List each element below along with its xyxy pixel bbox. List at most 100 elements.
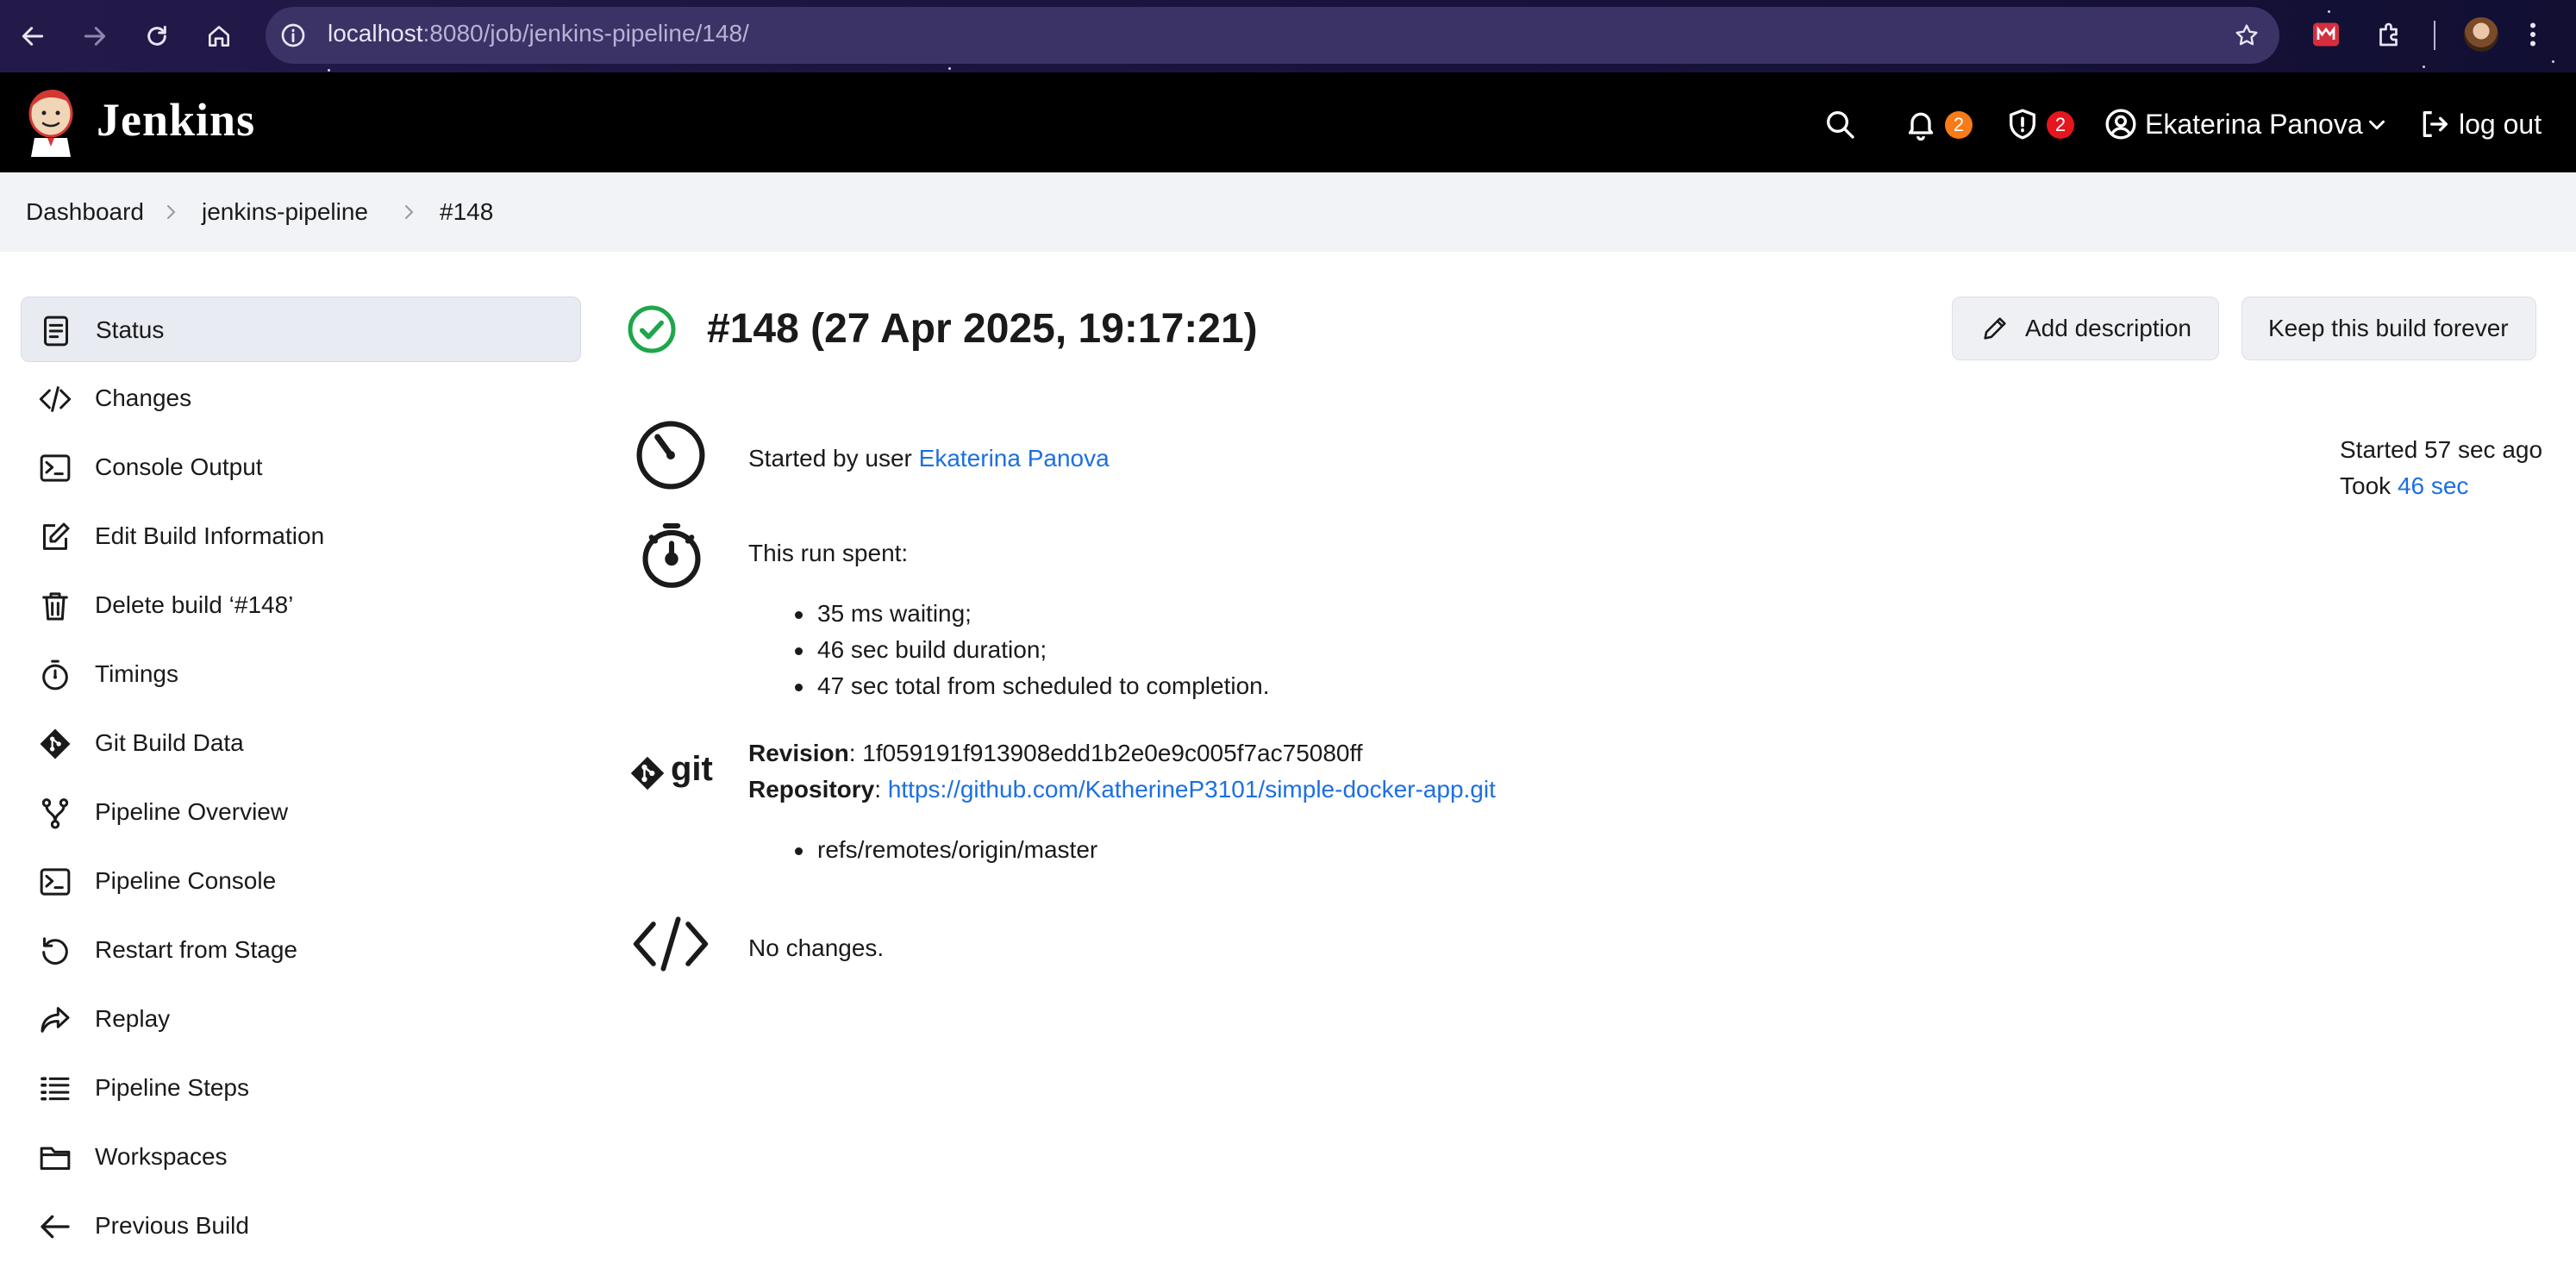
code-icon — [633, 916, 709, 972]
sidebar-item-pipeline-overview[interactable]: Pipeline Overview — [21, 779, 579, 843]
started-by-user-link[interactable]: Ekaterina Panova — [919, 445, 1110, 472]
more-menu-icon[interactable] — [2517, 19, 2548, 50]
sidebar-item-restart-from-stage[interactable]: Restart from Stage — [21, 917, 579, 981]
sidebar-item-label: Status — [96, 316, 165, 343]
breadcrumb-dashboard[interactable]: Dashboard — [26, 198, 144, 226]
logout-icon[interactable] — [2417, 107, 2452, 141]
chevron-right-icon — [405, 205, 414, 219]
site-info-icon[interactable] — [279, 22, 307, 49]
arrow-right-icon — [84, 27, 106, 46]
document-icon — [44, 316, 68, 347]
sidebar-item-pipeline-console[interactable]: Pipeline Console — [21, 848, 579, 912]
success-check-icon — [628, 305, 676, 353]
reload-button[interactable] — [136, 16, 178, 57]
revision-value: : 1f059191f913908edd1b2e0e9c005f7ac75080… — [848, 740, 1363, 766]
edit-icon — [43, 522, 70, 550]
url-text[interactable]: localhost:8080/job/jenkins-pipeline/148/ — [328, 20, 749, 47]
repository-separator: : — [874, 776, 888, 803]
git-icon — [40, 728, 71, 759]
star-icon[interactable] — [2233, 22, 2260, 49]
started-by-text: Started by user Ekaterina Panova — [748, 445, 1110, 472]
timing-total: 47 sec total from scheduled to completio… — [795, 672, 1270, 699]
notifications-badge[interactable]: 2 — [1945, 111, 1973, 139]
add-description-button[interactable]: Add description — [1952, 297, 2219, 360]
started-ago-text: Started 57 sec ago — [2340, 436, 2543, 463]
sidebar-item-label: Edit Build Information — [95, 522, 325, 549]
gauge-icon — [636, 421, 705, 490]
sidebar-item-label: Pipeline Steps — [95, 1074, 250, 1101]
shield-alert-icon[interactable] — [2005, 107, 2040, 141]
home-button[interactable] — [198, 16, 240, 57]
security-badge[interactable]: 2 — [2047, 111, 2074, 139]
forward-button[interactable] — [74, 16, 116, 57]
browser-profile-avatar[interactable] — [2464, 17, 2498, 52]
folder-icon — [40, 1147, 71, 1170]
back-button[interactable] — [12, 16, 53, 57]
keep-build-forever-label: Keep this build forever — [2268, 315, 2509, 341]
sidebar-item-label: Console Output — [95, 453, 263, 480]
git-logo-text: git — [671, 750, 713, 788]
search-icon[interactable] — [1823, 107, 1857, 141]
user-icon[interactable] — [2104, 107, 2138, 141]
sidebar-item-status[interactable]: Status — [21, 297, 581, 362]
sidebar-item-label: Replay — [95, 1005, 171, 1032]
git-ref-item: refs/remotes/origin/master — [794, 836, 1098, 863]
sidebar-item-label: Pipeline Console — [95, 867, 277, 894]
terminal-icon — [40, 868, 71, 896]
repository-label: Repository — [748, 776, 875, 803]
list-icon — [41, 1077, 70, 1101]
breadcrumb-build[interactable]: #148 — [440, 198, 493, 226]
sidebar-item-label: Workspaces — [95, 1143, 228, 1170]
sidebar-item-pipeline-steps[interactable]: Pipeline Steps — [21, 1055, 579, 1119]
breadcrumb-job[interactable]: jenkins-pipeline — [202, 198, 368, 226]
home-icon — [209, 26, 229, 47]
sidebar-item-workspaces[interactable]: Workspaces — [21, 1124, 579, 1188]
keep-build-forever-button[interactable]: Keep this build forever — [2241, 297, 2536, 360]
stopwatch-icon — [42, 659, 68, 690]
stopwatch-icon — [642, 522, 701, 588]
app-title[interactable]: Jenkins — [97, 93, 255, 147]
restart-icon — [42, 937, 68, 965]
sidebar-item-label: Changes — [95, 384, 192, 411]
revision-line: Revision: 1f059191f913908edd1b2e0e9c005f… — [748, 740, 1363, 767]
sidebar-item-label: Timings — [95, 660, 178, 687]
sidebar-item-timings[interactable]: Timings — [21, 641, 579, 705]
arrow-left-icon — [22, 27, 44, 46]
address-bar[interactable]: localhost:8080/job/jenkins-pipeline/148/ — [266, 7, 2279, 64]
git-logo-icon — [630, 756, 665, 790]
sidebar-item-previous-build[interactable]: Previous Build — [21, 1193, 579, 1257]
sidebar-item-git-build-data[interactable]: Git Build Data — [21, 710, 579, 774]
no-changes-text: No changes. — [748, 934, 885, 961]
sidebar-item-replay[interactable]: Replay — [21, 986, 579, 1050]
repository-url-link[interactable]: https://github.com/KatherineP3101/simple… — [888, 776, 1496, 803]
branch-icon — [41, 798, 69, 829]
sidebar-item-changes[interactable]: Changes — [21, 366, 579, 429]
jenkins-logo-icon[interactable] — [24, 86, 78, 157]
url-host: localhost — [328, 20, 423, 47]
sidebar-item-delete-build[interactable]: Delete build ‘#148’ — [21, 572, 579, 636]
started-by-prefix: Started by user — [748, 445, 919, 472]
add-description-label: Add description — [2025, 315, 2192, 341]
revision-label: Revision — [748, 740, 849, 766]
trash-icon — [42, 592, 68, 621]
sidebar-item-console-output[interactable]: Console Output — [21, 434, 579, 498]
extension-red-icon[interactable] — [2310, 19, 2342, 50]
code-icon — [39, 386, 72, 412]
toolbar-divider — [2434, 21, 2435, 50]
user-menu-name[interactable]: Ekaterina Panova — [2145, 109, 2363, 141]
bell-icon[interactable] — [1904, 107, 1938, 141]
breadcrumb: Dashboard jenkins-pipeline #148 — [0, 172, 2576, 252]
repository-line: Repository: https://github.com/Katherine… — [748, 776, 1496, 803]
took-duration-link[interactable]: 46 sec — [2398, 472, 2469, 499]
pencil-icon — [1984, 317, 2006, 340]
logout-link[interactable]: log out — [2459, 109, 2542, 141]
reload-icon — [147, 25, 166, 46]
sidebar-item-label: Previous Build — [95, 1212, 249, 1239]
puzzle-icon[interactable] — [2374, 19, 2405, 50]
replay-icon — [41, 1007, 70, 1033]
run-spent-label: This run spent: — [748, 540, 909, 566]
url-path: :8080/job/jenkins-pipeline/148/ — [422, 20, 749, 47]
sidebar-item-edit-build-information[interactable]: Edit Build Information — [21, 503, 579, 567]
chevron-down-icon[interactable] — [2364, 112, 2390, 138]
sidebar-item-label: Git Build Data — [95, 729, 244, 756]
